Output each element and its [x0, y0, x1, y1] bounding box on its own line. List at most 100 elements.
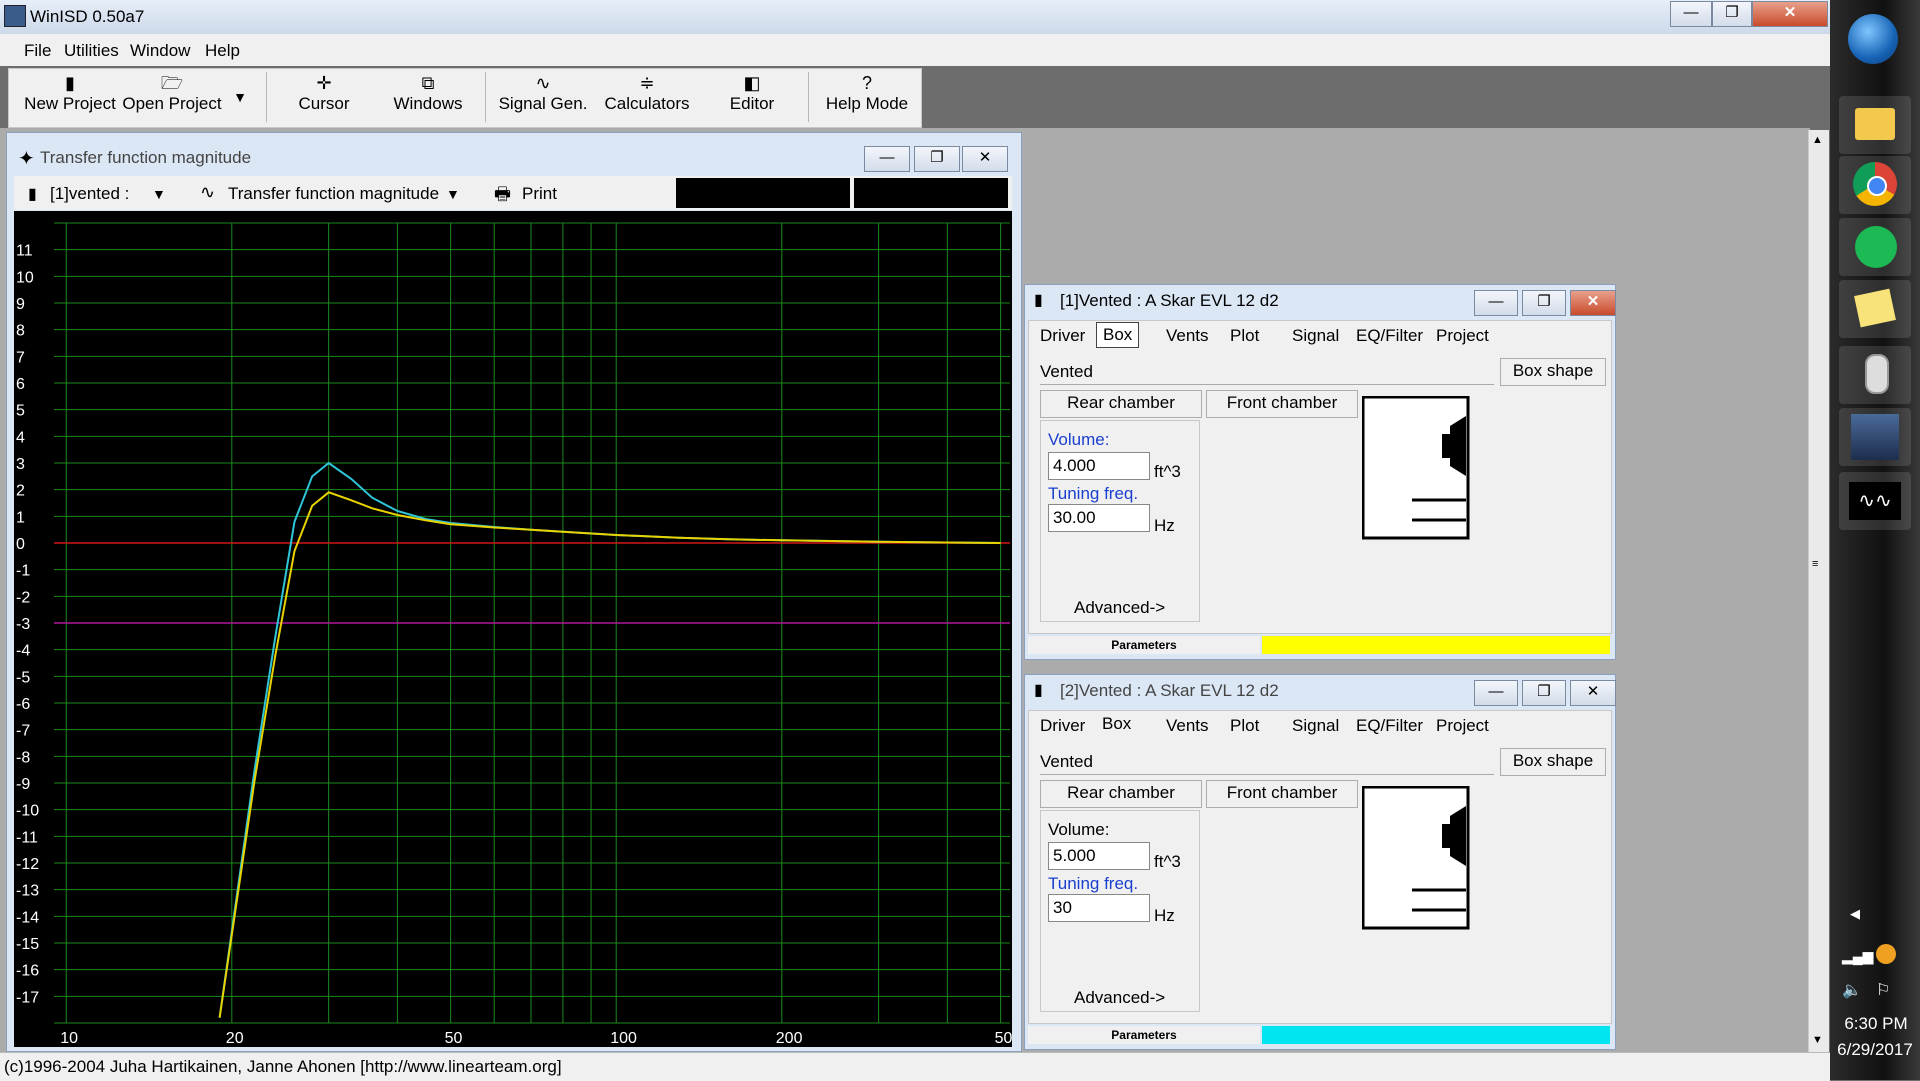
winisd-app-icon — [4, 5, 26, 27]
minimize-button[interactable]: — — [1670, 1, 1712, 27]
y-tick-label: 1 — [16, 509, 25, 526]
project-icon: ▮ — [28, 186, 37, 203]
y-tick-label: 2 — [16, 483, 25, 500]
p1-close-button[interactable]: ✕ — [1570, 290, 1616, 316]
tab-vents[interactable]: Vents — [1166, 716, 1209, 736]
front-chamber-button[interactable]: Front chamber — [1206, 780, 1358, 808]
volume-input[interactable]: 4.000 — [1048, 452, 1150, 480]
volume-unit: ft^3 — [1154, 852, 1181, 871]
app-title: WinISD 0.50a7 — [30, 7, 145, 26]
audio-icon[interactable]: ∿∿ — [1839, 472, 1911, 530]
rear-chamber-button[interactable]: Rear chamber — [1040, 390, 1202, 418]
flag-icon[interactable]: ⚐ — [1876, 980, 1890, 1000]
advanced-link[interactable]: Advanced-> — [1074, 988, 1165, 1008]
tab-signal[interactable]: Signal — [1292, 326, 1339, 346]
volume-icon[interactable]: 🔈 — [1842, 980, 1862, 1000]
scroll-up-icon[interactable]: ▲ — [1812, 134, 1823, 146]
tab-plot[interactable]: Plot — [1230, 326, 1259, 346]
maximize-button[interactable]: ❐ — [1712, 1, 1752, 27]
tab-box[interactable]: Box — [1102, 714, 1131, 734]
sticky-notes-icon[interactable] — [1839, 280, 1911, 338]
notification-icon[interactable] — [1876, 944, 1896, 964]
y-tick-label: -7 — [16, 723, 30, 740]
winisd-icon[interactable] — [1839, 408, 1911, 466]
volume-input[interactable]: 5.000 — [1048, 842, 1150, 870]
box-type-field[interactable]: Vented — [1040, 752, 1494, 775]
print-button[interactable]: Print — [522, 184, 557, 204]
folder-icon[interactable] — [1839, 96, 1911, 154]
tab-eq-filter[interactable]: EQ/Filter — [1356, 326, 1423, 346]
menu-help[interactable]: Help — [205, 41, 240, 61]
menu-utilities[interactable]: Utilities — [64, 41, 119, 61]
p2-minimize-button[interactable]: — — [1474, 680, 1518, 706]
menu-file[interactable]: File — [24, 41, 51, 61]
chrome-icon[interactable] — [1839, 156, 1911, 214]
x-tick-label: 10 — [60, 1030, 78, 1047]
project-select[interactable]: [1]vented : — [50, 184, 129, 204]
tab-driver[interactable]: Driver — [1040, 716, 1085, 736]
y-tick-label: -17 — [16, 989, 39, 1006]
box-shape-button[interactable]: Box shape — [1500, 748, 1606, 776]
tf-minimize-button[interactable]: — — [864, 146, 910, 172]
tray-expand-icon[interactable]: ◀ — [1850, 906, 1860, 922]
rear-chamber-button[interactable]: Rear chamber — [1040, 780, 1202, 808]
tab-plot[interactable]: Plot — [1230, 716, 1259, 736]
new-project-button[interactable]: ▮ New Project — [20, 68, 120, 126]
cursor-button[interactable]: ✛ Cursor — [288, 68, 360, 126]
toolbar-separator — [808, 72, 809, 122]
project-icon: ▮ — [1034, 292, 1043, 309]
transfer-function-plot[interactable]: 11 10 9 8 7 6 5 4 3 2 1 0 -1 -2 -3 -4 -5 -6 -7 -8 -9 -10 -11 -1… — [14, 211, 1021, 1047]
tab-project[interactable]: Project — [1436, 716, 1489, 736]
network-icon[interactable]: ▂▄▆ — [1842, 948, 1873, 965]
scroll-grip-icon[interactable]: ≡ — [1812, 558, 1818, 570]
help-mode-button[interactable]: ? Help Mode — [822, 68, 912, 126]
tuning-label: Tuning freq. — [1048, 874, 1139, 893]
y-tick-label: 11 — [16, 243, 33, 260]
p2-close-button[interactable]: ✕ — [1570, 680, 1616, 706]
p1-minimize-button[interactable]: — — [1474, 290, 1518, 316]
chevron-down-icon[interactable]: ▼ — [152, 186, 166, 202]
calculator-icon: ≑ — [639, 73, 655, 93]
close-button[interactable]: ✕ — [1752, 1, 1828, 27]
windows-button[interactable]: ⧉ Windows — [388, 68, 468, 126]
tab-project[interactable]: Project — [1436, 326, 1489, 346]
tab-vents[interactable]: Vents — [1166, 326, 1209, 346]
box-shape-button[interactable]: Box shape — [1500, 358, 1606, 386]
box-type-field[interactable]: Vented — [1040, 362, 1494, 385]
open-project-label: Open Project — [122, 94, 222, 113]
editor-button[interactable]: ◧ Editor — [718, 68, 786, 126]
chevron-down-icon: ▼ — [233, 89, 247, 105]
tf-close-button[interactable]: ✕ — [962, 146, 1008, 172]
front-chamber-button[interactable]: Front chamber — [1206, 390, 1358, 418]
signal-gen-button[interactable]: ∿ Signal Gen. — [498, 68, 588, 126]
advanced-link[interactable]: Advanced-> — [1074, 598, 1165, 618]
open-project-dropdown[interactable]: ▼ — [228, 68, 252, 126]
tab-eq-filter[interactable]: EQ/Filter — [1356, 716, 1423, 736]
y-tick-label: 5 — [16, 403, 25, 420]
tuning-input[interactable]: 30.00 — [1048, 504, 1150, 532]
open-project-button[interactable]: 🗁 Open Project — [122, 68, 222, 126]
menu-window[interactable]: Window — [130, 41, 190, 61]
mouse-icon[interactable] — [1839, 346, 1911, 404]
tf-maximize-button[interactable]: ❐ — [914, 146, 960, 172]
p1-maximize-button[interactable]: ❐ — [1522, 290, 1566, 316]
tab-signal[interactable]: Signal — [1292, 716, 1339, 736]
chevron-down-icon[interactable]: ▼ — [446, 186, 460, 202]
y-tick-label: -1 — [16, 563, 30, 580]
tab-driver[interactable]: Driver — [1040, 326, 1085, 346]
tuning-input[interactable]: 30 — [1048, 894, 1150, 922]
y-tick-label: -3 — [16, 616, 30, 633]
project-1-title: [1]Vented : A Skar EVL 12 d2 — [1060, 291, 1279, 310]
spotify-icon[interactable] — [1839, 218, 1911, 276]
tab-box[interactable]: Box — [1096, 322, 1140, 348]
windows-start-icon[interactable] — [1848, 14, 1898, 64]
vertical-scrollbar[interactable]: ▲ ≡ ▼ — [1808, 130, 1829, 1052]
calculators-button[interactable]: ≑ Calculators — [600, 68, 694, 126]
graph-type-select[interactable]: Transfer function magnitude — [228, 184, 439, 204]
volume-unit: ft^3 — [1154, 462, 1181, 481]
p2-maximize-button[interactable]: ❐ — [1522, 680, 1566, 706]
scroll-down-icon[interactable]: ▼ — [1812, 1034, 1823, 1046]
cursor-icon: ✛ — [316, 73, 332, 93]
crosshair-icon: ✦ — [18, 148, 35, 170]
toolbar-separator — [485, 72, 486, 122]
